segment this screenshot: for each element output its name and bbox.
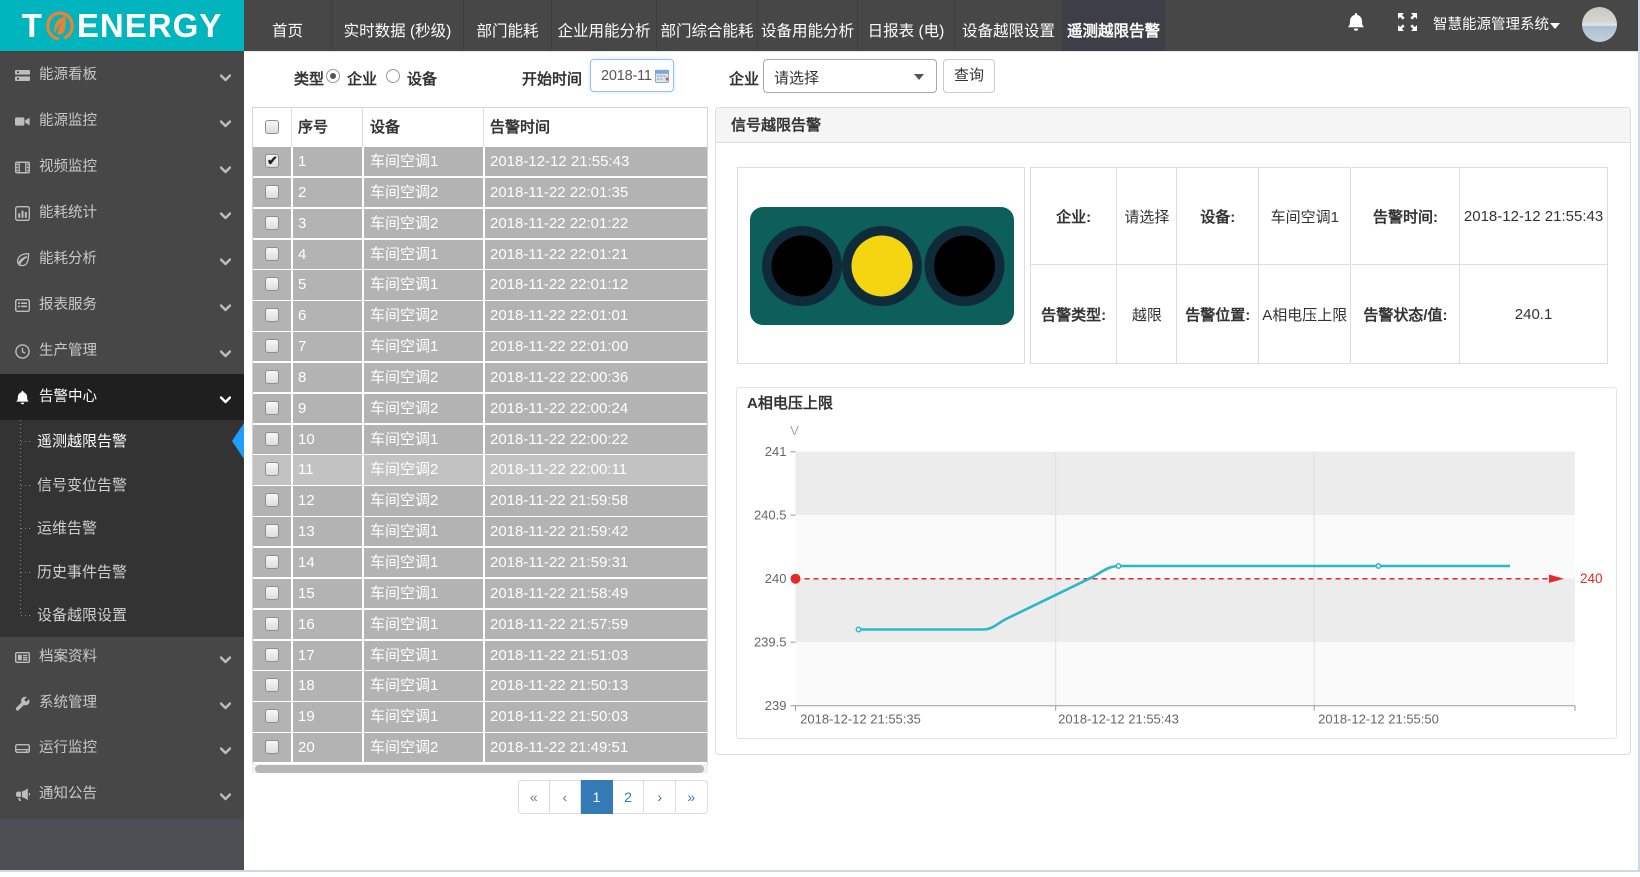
svg-text:240.5: 240.5: [754, 508, 787, 523]
svg-text:239: 239: [765, 698, 787, 713]
svg-text:2018-12-12 21:55:43: 2018-12-12 21:55:43: [1058, 712, 1179, 727]
svg-text:2018-12-12 21:55:35: 2018-12-12 21:55:35: [800, 712, 921, 727]
svg-text:2018-12-12 21:55:50: 2018-12-12 21:55:50: [1318, 712, 1439, 727]
svg-text:239.5: 239.5: [754, 635, 787, 650]
svg-text:A相电压上限: A相电压上限: [747, 394, 833, 412]
svg-text:V: V: [790, 423, 799, 438]
svg-text:240: 240: [765, 571, 787, 586]
svg-text:240: 240: [1580, 571, 1603, 586]
svg-text:241: 241: [765, 444, 787, 459]
